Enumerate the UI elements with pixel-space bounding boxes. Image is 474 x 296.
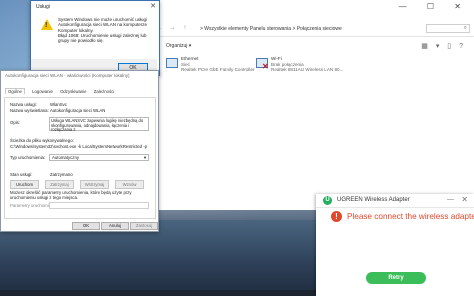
exe-path-label: Ścieżka do pliku wykonywalnego: <box>10 138 74 143</box>
search-input[interactable]: ⌕ <box>426 24 470 33</box>
address-bar[interactable]: ← → ↑ > Wszystkie elementy Panelu sterow… <box>150 22 474 37</box>
exe-path-value: C:\Windows\system32\svchost.exe -k Local… <box>10 144 148 149</box>
display-name-value: Autokonfiguracja sieci WLAN <box>50 108 106 113</box>
dialog-titlebar: Usługi ✕ <box>31 1 159 12</box>
tab-dependencies[interactable]: Zależności <box>94 89 115 94</box>
resume-button[interactable]: Wznów <box>115 180 144 189</box>
params-input[interactable] <box>49 202 149 209</box>
params-hint: Możesz określić parametry uruchomienia, … <box>10 190 132 200</box>
startup-type-value: Automatyczny <box>52 155 79 160</box>
chevron-down-icon: ▾ <box>143 155 146 160</box>
error-message: Please connect the wireless adapter. <box>347 212 474 221</box>
nav-buttons[interactable]: ← → ↑ <box>156 25 189 31</box>
error-detail: Błąd 1068: Uruchomienie usługi zależnej … <box>58 33 147 44</box>
error-message: System Windows nie może uruchomić usługi… <box>58 17 148 33</box>
command-bar: Organizuj ▾ ▦ ▾ ▯ ? <box>150 40 474 52</box>
apply-button[interactable]: Zastosuj <box>130 222 158 230</box>
error-icon: ! <box>331 211 342 222</box>
stop-button[interactable]: Zatrzymaj <box>45 180 74 189</box>
breadcrumb[interactable]: > Wszystkie elementy Panelu sterowania >… <box>200 26 342 32</box>
close-icon[interactable]: ✕ <box>150 2 156 10</box>
properties-title: Autokonfiguracja sieci WLAN - właściwośc… <box>5 73 130 78</box>
ugreen-logo-icon: U <box>323 196 332 205</box>
tab-recovery[interactable]: Odzyskiwanie <box>60 89 87 94</box>
general-panel: Nazwa usługi: WlanSvc Nazwa wyświetlana:… <box>4 97 156 219</box>
properties-titlebar: Autokonfiguracja sieci WLAN - właściwośc… <box>1 71 158 80</box>
service-name-value: WlanSvc <box>50 102 67 107</box>
display-name-label: Nazwa wyświetlana: <box>10 108 49 113</box>
network-connections-window: — ☐ ✕ ← → ↑ > Wszystkie elementy Panelu … <box>150 0 474 210</box>
warning-icon: ! <box>41 19 53 30</box>
description-label: Opis: <box>10 120 21 125</box>
service-properties-window: Autokonfiguracja sieci WLAN - właściwośc… <box>0 70 159 232</box>
services-error-dialog: Usługi ✕ ! System Windows nie może uruch… <box>30 0 160 76</box>
view-icons[interactable]: ▦ ▾ ▯ ? <box>421 42 466 50</box>
pause-button[interactable]: Wstrzymaj <box>80 180 109 189</box>
dialog-title: Usługi <box>36 4 50 10</box>
ugreen-header: U UGREEN Wireless Adapter — ✕ <box>316 194 474 208</box>
wifi-adapter-icon: ✕ <box>256 58 269 71</box>
startup-type-label: Typ uruchomienia: <box>10 155 46 160</box>
ok-button[interactable]: OK <box>72 222 100 230</box>
minimize-icon[interactable]: — <box>447 196 454 203</box>
adapter-device: Realtek PCIe GbE Family Controller <box>181 67 255 73</box>
error-x-icon: ✕ <box>262 62 269 71</box>
startup-type-select[interactable]: Automatyczny ▾ <box>49 154 149 161</box>
cancel-button[interactable]: Anuluj <box>101 222 129 230</box>
retry-button[interactable]: Retry <box>366 272 426 284</box>
organize-button[interactable]: Organizuj ▾ <box>166 43 191 49</box>
tab-general[interactable]: Ogólne <box>5 88 25 94</box>
service-status-value: Zatrzymano <box>50 172 73 177</box>
start-button[interactable]: Uruchom <box>10 180 39 189</box>
ugreen-title: UGREEN Wireless Adapter <box>337 197 410 203</box>
service-name-label: Nazwa usługi: <box>10 102 37 107</box>
window-controls[interactable]: — ☐ ✕ <box>399 2 470 11</box>
description-box[interactable]: Usługa WLANSVC zapewnia logikę niezbędną… <box>49 117 149 132</box>
network-adapter-icon <box>166 58 178 68</box>
service-status-label: Stan usługi: <box>10 172 33 177</box>
adapter-device: Realtek 8811AU Wireless LAN 80... <box>271 67 344 73</box>
ugreen-adapter-panel: U UGREEN Wireless Adapter — ✕ ! Please c… <box>316 194 474 296</box>
tab-logon[interactable]: Logowanie <box>32 89 53 94</box>
properties-tabs: Ogólne Logowanie Odzyskiwanie Zależności <box>5 88 120 96</box>
taskbar <box>0 290 316 296</box>
close-icon[interactable]: ✕ <box>461 195 468 204</box>
